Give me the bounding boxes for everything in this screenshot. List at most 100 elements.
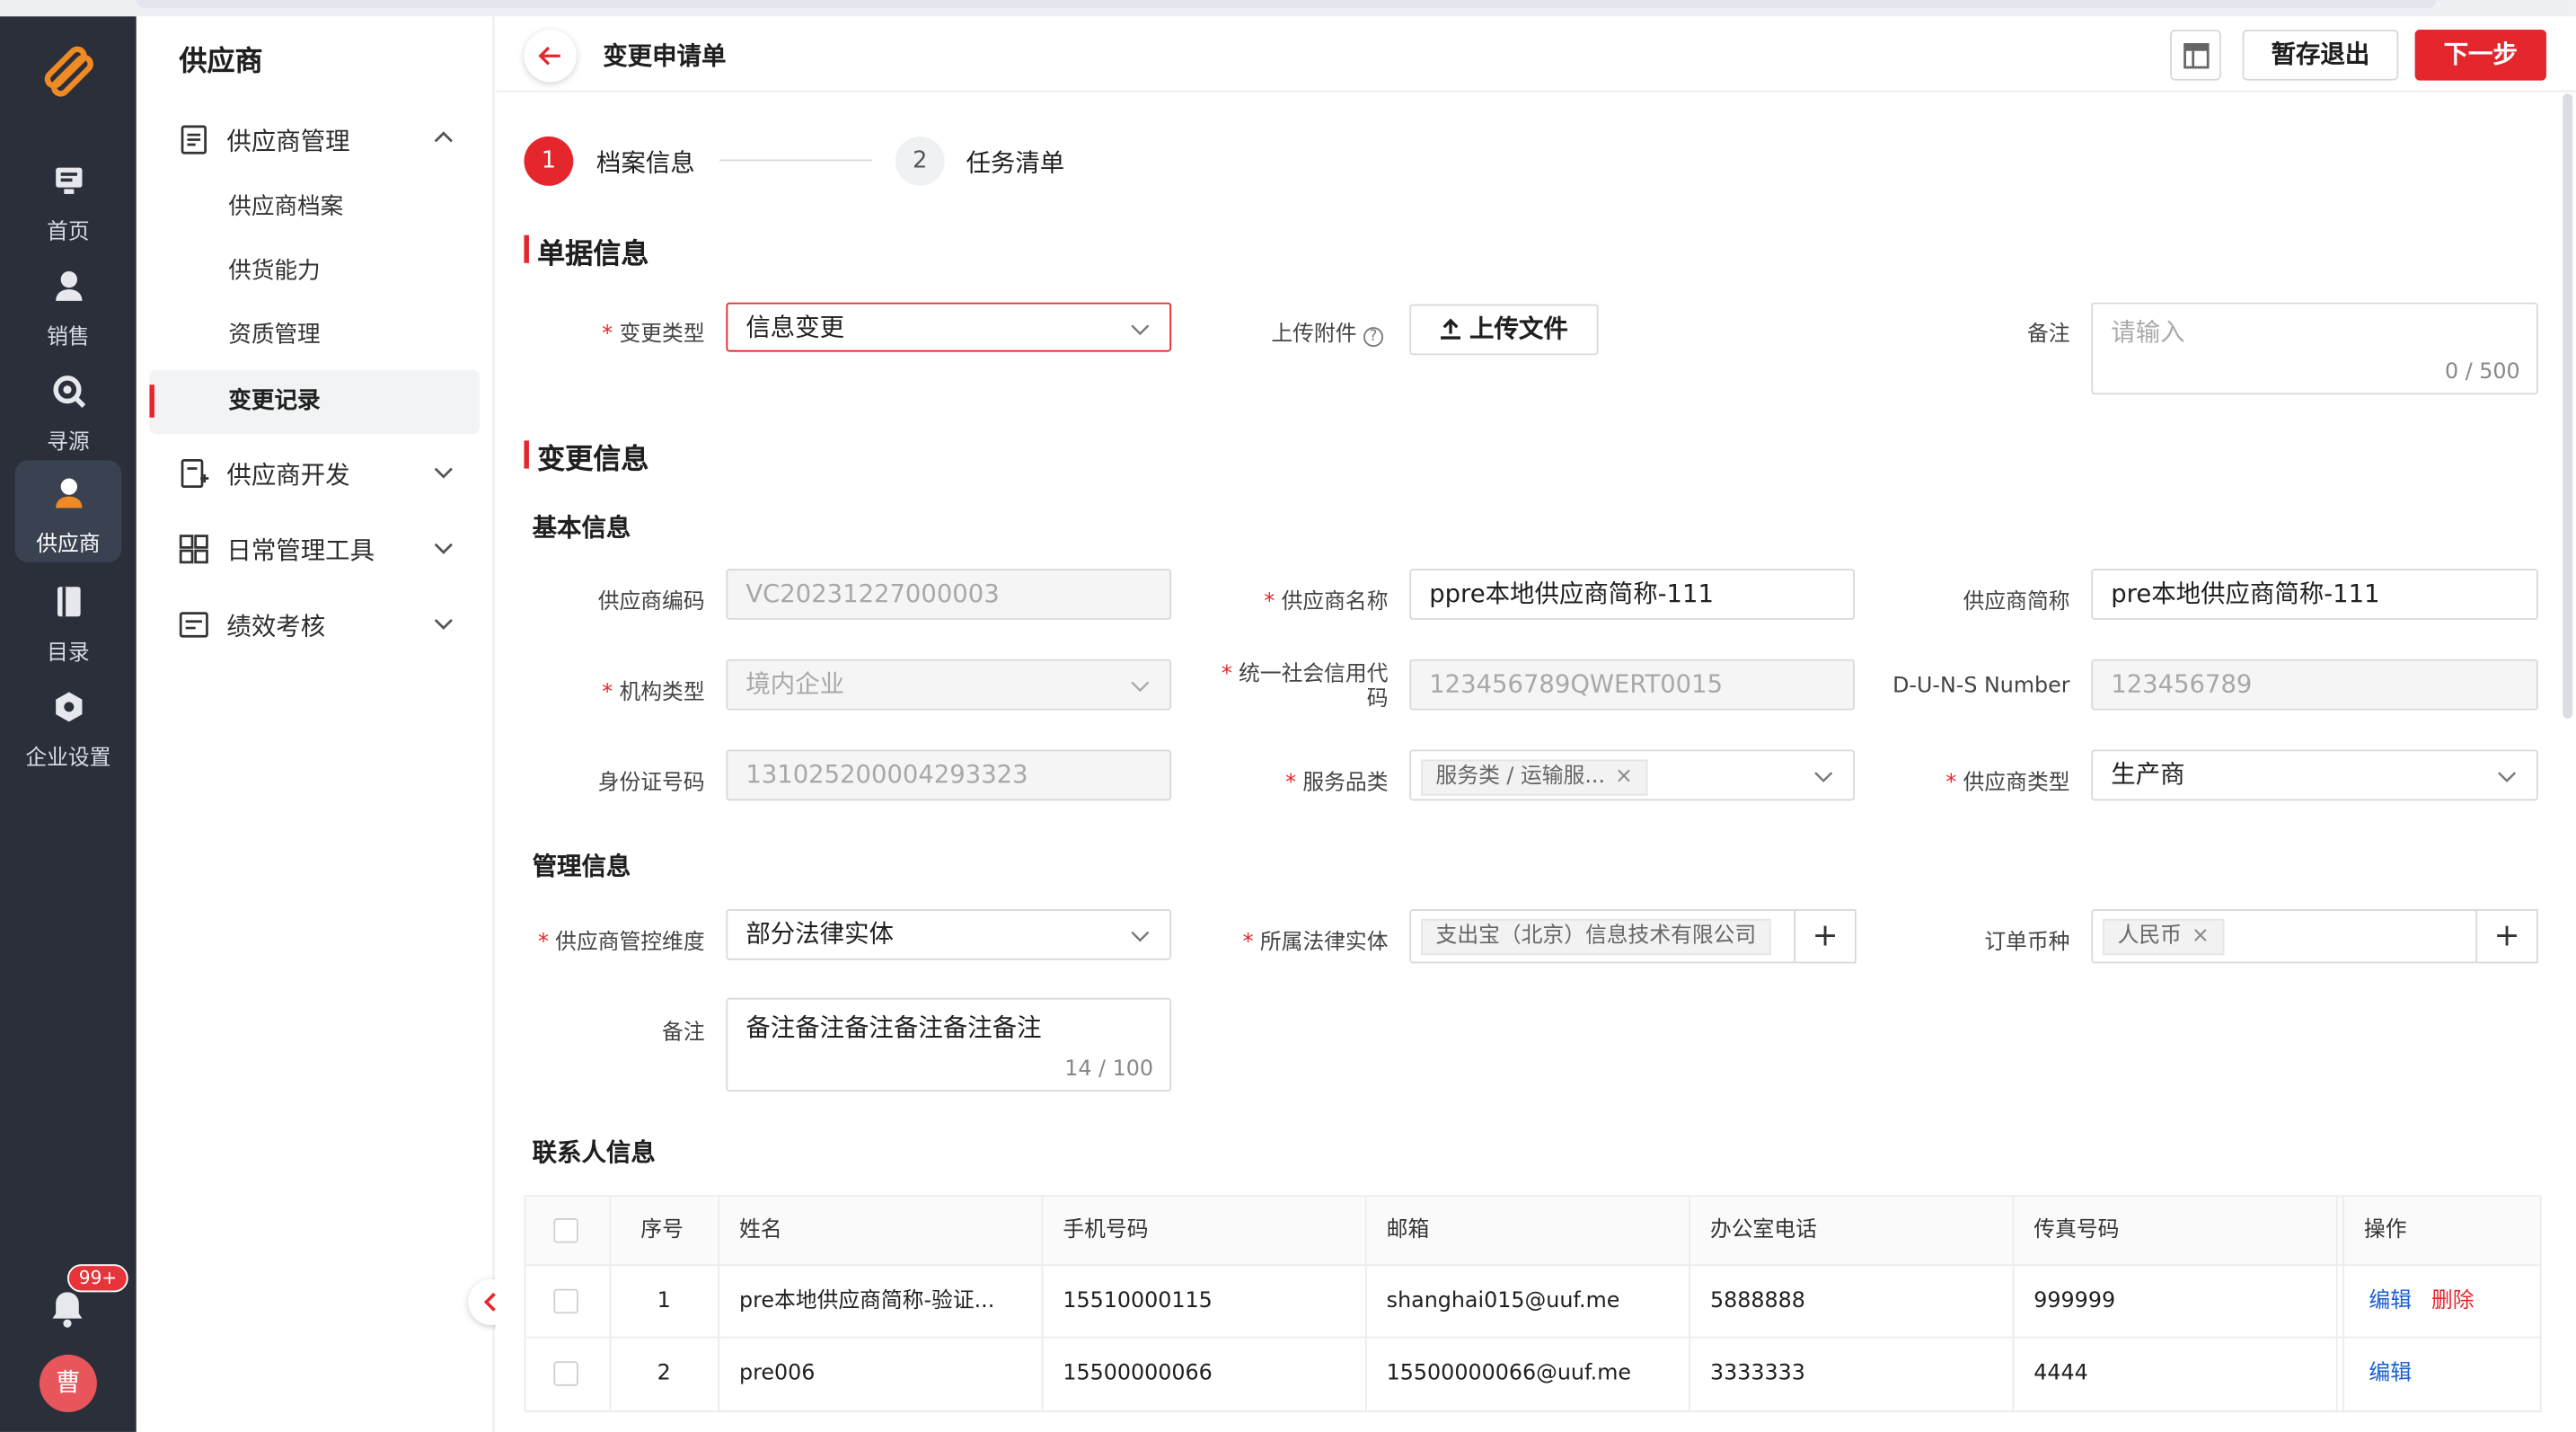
next-step-button[interactable]: 下一步 xyxy=(2414,29,2546,81)
sidebar-group-daily-tools[interactable]: 日常管理工具 xyxy=(137,517,495,582)
rail-item-sales[interactable]: 销售 xyxy=(14,253,121,355)
section-title-doc: 单据信息 xyxy=(524,230,648,271)
layout-toggle-button[interactable] xyxy=(2170,29,2221,81)
chevron-down-icon xyxy=(1131,324,1150,336)
cell-office-phone: 5888888 xyxy=(1690,1266,2015,1337)
column-header: 操作 xyxy=(2342,1197,2543,1265)
duns-number-label: D-U-N-S Number xyxy=(1892,674,2070,699)
assessment-icon xyxy=(179,612,208,638)
rail-item-sourcing[interactable]: 寻源 xyxy=(14,358,121,460)
remark-textarea[interactable]: 请输入 0 / 500 xyxy=(2091,302,2538,395)
sidebar-item-qualification[interactable]: 资质管理 xyxy=(149,305,480,368)
horizontal-scrollbar[interactable] xyxy=(136,0,2437,9)
rail-label: 销售 xyxy=(47,325,90,350)
chevron-down-icon xyxy=(2498,772,2517,782)
legal-entity-select[interactable]: 支出宝（北京）信息技术有限公司 xyxy=(1409,908,1796,964)
rail-item-settings[interactable]: 企业设置 xyxy=(14,674,121,775)
column-header: 手机号码 xyxy=(1043,1197,1367,1265)
column-header: 传真号码 xyxy=(2014,1197,2338,1265)
edit-link[interactable]: 编辑 xyxy=(2369,1361,2412,1385)
rail-label: 寻源 xyxy=(47,430,90,455)
edit-link[interactable]: 编辑 xyxy=(2369,1289,2412,1313)
page-title: 变更申请单 xyxy=(603,40,727,71)
row-checkbox[interactable] xyxy=(553,1361,578,1386)
catalog-book-icon xyxy=(57,587,80,617)
column-header: 邮箱 xyxy=(1367,1197,1691,1265)
save-exit-button[interactable]: 暂存退出 xyxy=(2242,29,2399,81)
avatar[interactable]: 曹 xyxy=(39,1354,97,1412)
cell-name: pre006 xyxy=(719,1338,1044,1411)
step-1-indicator: 1 xyxy=(524,136,574,186)
section-title-change: 变更信息 xyxy=(524,436,648,477)
rail-item-catalog[interactable]: 目录 xyxy=(14,569,121,670)
cell-fax: 4444 xyxy=(2014,1338,2338,1411)
supplier-name-input[interactable]: ppre本地供应商简称-111 xyxy=(1409,569,1855,620)
row-checkbox[interactable] xyxy=(553,1288,578,1314)
grid-icon xyxy=(179,535,208,564)
delete-link[interactable]: 删除 xyxy=(2431,1289,2475,1313)
upload-file-button[interactable]: 上传文件 xyxy=(1409,304,1599,356)
step-2-label: 任务清单 xyxy=(966,147,1065,178)
order-currency-select[interactable]: 人民币 × xyxy=(2091,908,2478,964)
sidebar-item-change-record[interactable]: 变更记录 xyxy=(149,369,481,435)
sidebar-group-label: 供应商管理 xyxy=(226,126,350,156)
note-char-count: 14 / 100 xyxy=(1064,1056,1153,1083)
currency-tag[interactable]: 人民币 × xyxy=(2103,918,2225,956)
sidebar-item-supply-capacity[interactable]: 供货能力 xyxy=(149,240,480,304)
column-header: 办公室电话 xyxy=(1690,1197,2015,1265)
cell-name: pre本地供应商简称-验证... xyxy=(719,1266,1044,1337)
sidebar-item-supplier-archive[interactable]: 供应商档案 xyxy=(149,176,480,240)
supplier-type-select[interactable]: 生产商 xyxy=(2091,749,2538,801)
sidebar-group-supplier-manage[interactable]: 供应商管理 xyxy=(137,107,495,172)
change-type-select[interactable]: 信息变更 xyxy=(726,302,1172,352)
add-currency-button[interactable]: + xyxy=(2475,908,2538,964)
legal-entity-tag[interactable]: 支出宝（北京）信息技术有限公司 xyxy=(1421,918,1771,956)
category-tag[interactable]: 服务类 / 运输服... × xyxy=(1421,759,1648,796)
sidebar-group-performance[interactable]: 绩效考核 xyxy=(137,592,495,658)
main-content: 变更申请单 暂存退出 下一步 1 档案信息 2 任务清单 单据信息 * 变更类型 … xyxy=(496,16,2576,1432)
credit-code-label: * 统一社会信用代码 xyxy=(1221,662,1389,712)
app-logo-icon[interactable] xyxy=(36,40,99,102)
chevron-down-icon xyxy=(434,467,453,479)
supplier-name-label: * 供应商名称 xyxy=(1264,589,1389,615)
remark-char-count: 0 / 500 xyxy=(2445,359,2520,385)
supplier-short-name-input[interactable]: pre本地供应商简称-111 xyxy=(2091,569,2538,620)
back-button[interactable] xyxy=(524,29,577,83)
vertical-scrollbar[interactable] xyxy=(2563,93,2573,719)
note-textarea[interactable]: 备注备注备注备注备注备注 14 / 100 xyxy=(726,997,1172,1092)
table-header-row: 序号 姓名 手机号码 邮箱 办公室电话 传真号码 操作 xyxy=(525,1197,2540,1267)
column-header: 序号 xyxy=(611,1197,720,1265)
supplier-person-icon xyxy=(55,478,82,508)
cell-fax: 999999 xyxy=(2014,1266,2338,1337)
sidebar-group-label: 供应商开发 xyxy=(226,460,350,491)
rail-label: 首页 xyxy=(47,220,90,245)
table-row: 2 pre006 15500000066 15500000066@uuf.me … xyxy=(525,1338,2539,1411)
service-category-label: * 服务品类 xyxy=(1285,771,1389,796)
table-row: 1 pre本地供应商简称-验证... 15510000115 shanghai0… xyxy=(525,1266,2540,1339)
help-icon[interactable]: ? xyxy=(1363,327,1384,348)
sidebar-group-supplier-dev[interactable]: 供应商开发 xyxy=(137,440,495,506)
subsection-title-mgmt: 管理信息 xyxy=(532,851,631,881)
add-legal-entity-button[interactable]: + xyxy=(1794,908,1857,964)
step-2-indicator: 2 xyxy=(895,136,945,186)
close-icon[interactable]: × xyxy=(1615,765,1633,789)
nav-rail: 首页 销售 寻源 供应商 目录 企业设置 99+ 曹 xyxy=(0,16,137,1432)
select-all-checkbox[interactable] xyxy=(553,1218,578,1243)
notification-badge: 99+ xyxy=(66,1264,129,1293)
rail-label: 供应商 xyxy=(36,532,101,558)
rail-item-supplier[interactable]: 供应商 xyxy=(14,460,122,562)
note-label: 备注 xyxy=(662,1021,705,1046)
id-number-label: 身份证号码 xyxy=(597,771,705,796)
note-text: 备注备注备注备注备注备注 xyxy=(745,1012,1042,1043)
order-currency-label: 订单币种 xyxy=(1984,930,2070,956)
service-category-select[interactable]: 服务类 / 运输服... × xyxy=(1409,749,1855,801)
monitor-icon xyxy=(55,167,82,194)
close-icon[interactable]: × xyxy=(2192,924,2210,948)
cell-mobile: 15500000066 xyxy=(1043,1338,1367,1411)
rail-item-home[interactable]: 首页 xyxy=(14,148,121,250)
control-dimension-select[interactable]: 部分法律实体 xyxy=(726,908,1172,960)
bell-icon[interactable] xyxy=(48,1287,87,1330)
window-top-strip xyxy=(0,0,2576,17)
contacts-table: 序号 姓名 手机号码 邮箱 办公室电话 传真号码 操作 1 pre本地供应商简称… xyxy=(524,1195,2542,1412)
attachment-label: 上传附件 ? xyxy=(1219,315,1384,348)
